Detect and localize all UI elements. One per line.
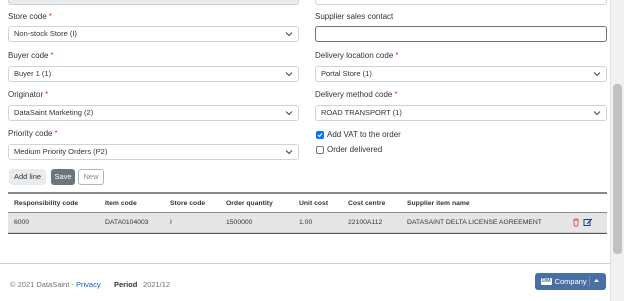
cell-supplier-item-name: DATASAINT DELTA LICENSE AGREEMENT: [407, 219, 542, 226]
column-header-item-code: Item code: [105, 200, 137, 207]
dm-badge: DM: [541, 278, 552, 285]
chevron-down-icon: [285, 70, 293, 78]
new-button[interactable]: New: [78, 169, 104, 185]
order-delivered-checkbox-row[interactable]: Order delivered: [316, 145, 382, 154]
supplier-sales-contact-label: Supplier sales contact: [315, 12, 394, 21]
vertical-scrollbar[interactable]: [610, 0, 624, 301]
add-line-button[interactable]: Add line: [9, 169, 46, 185]
delivery-location-code-label: Delivery location code *: [315, 51, 399, 60]
column-header-supplier-item-name: Supplier item name: [407, 200, 470, 207]
order-delivered-checkbox[interactable]: [316, 145, 324, 154]
save-button[interactable]: Save: [51, 169, 75, 185]
company-button[interactable]: DM Company: [535, 273, 606, 290]
add-vat-label: Add VAT to the order: [327, 130, 401, 139]
cell-item-code: DATA0104003: [105, 219, 149, 226]
table-bottom-border: [8, 233, 607, 234]
priority-code-select[interactable]: Medium Priority Orders (P2): [8, 144, 299, 160]
edit-icon[interactable]: [583, 217, 593, 227]
footer-divider: [0, 263, 610, 264]
chevron-down-icon: [593, 70, 601, 78]
cell-cost-centre: 22100A112: [348, 219, 383, 226]
table-top-border: [8, 192, 607, 194]
supplier-sales-contact-input[interactable]: [315, 26, 607, 42]
chevron-down-icon: [285, 30, 293, 38]
add-vat-checkbox-row[interactable]: Add VAT to the order: [316, 130, 401, 139]
page-content: Store code * Non-stock Store (I) Buyer co…: [0, 0, 610, 301]
column-header-order-quantity: Order quantity: [226, 200, 273, 207]
caret-up-icon: [593, 277, 600, 284]
column-header-responsibility-code: Responsibility code: [14, 200, 79, 207]
footer-copyright: © 2021 DataSaint - Privacy: [10, 280, 101, 289]
clipped-field-right: [315, 0, 607, 5]
originator-select[interactable]: DataSaint Marketing (2): [8, 105, 299, 121]
cell-order-quantity: 1500000: [226, 219, 253, 226]
store-code-label: Store code *: [8, 12, 52, 21]
priority-code-label: Priority code *: [8, 129, 58, 138]
period-label: Period: [114, 280, 138, 289]
delivery-method-code-select[interactable]: ROAD TRANSPORT (1): [315, 105, 607, 121]
buyer-code-label: Buyer code *: [8, 51, 54, 60]
clipped-field-left: [8, 0, 299, 5]
column-header-store-code: Store code: [170, 200, 206, 207]
period-value: 2021/12: [143, 280, 171, 289]
chevron-down-icon: [285, 148, 293, 156]
store-code-select[interactable]: Non-stock Store (I): [8, 26, 299, 42]
delivery-method-code-label: Delivery method code *: [315, 90, 398, 99]
originator-label: Originator *: [8, 90, 49, 99]
company-label: Company: [554, 277, 587, 286]
cell-store-code: I: [170, 219, 172, 226]
scrollbar-thumb[interactable]: [613, 84, 622, 254]
add-vat-checkbox[interactable]: [316, 130, 324, 139]
table-row[interactable]: 6000 DATA0104003 I 1500000 1.00 22100A11…: [8, 213, 607, 233]
column-header-cost-centre: Cost centre: [348, 200, 386, 207]
cell-responsibility-code: 6000: [14, 219, 30, 226]
cell-unit-cost: 1.00: [299, 219, 313, 226]
buyer-code-select[interactable]: Buyer 1 (1): [8, 66, 299, 82]
column-header-unit-cost: Unit cost: [299, 200, 329, 207]
company-button-divider: [589, 276, 590, 287]
order-delivered-label: Order delivered: [327, 145, 383, 154]
privacy-link[interactable]: Privacy: [76, 280, 101, 289]
chevron-down-icon: [285, 109, 293, 117]
chevron-down-icon: [593, 109, 601, 117]
delivery-location-code-select[interactable]: Portal Store (1): [315, 66, 607, 82]
trash-icon[interactable]: [571, 217, 581, 227]
